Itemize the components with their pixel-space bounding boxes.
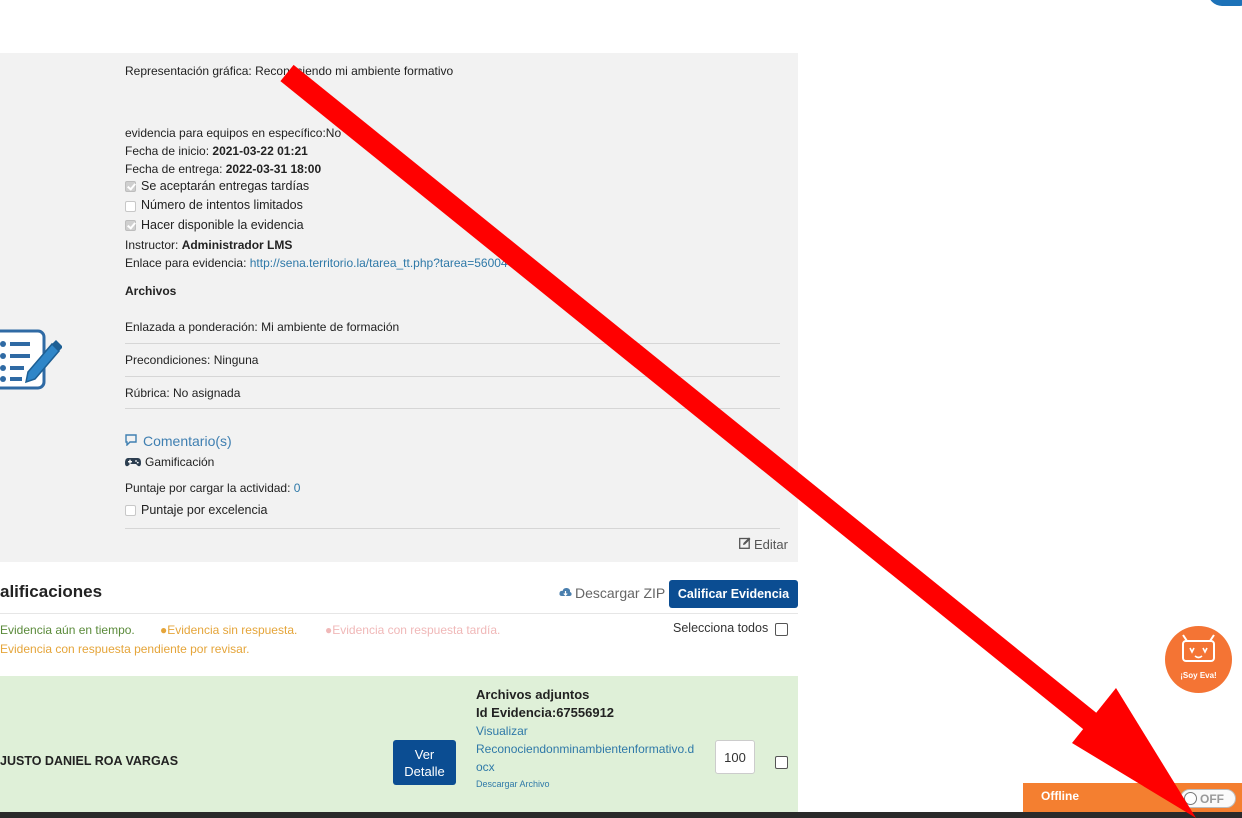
- representation-text: Representación gráfica: Reconociendo mi …: [125, 64, 454, 78]
- comments-label: Comentario(s): [143, 433, 232, 449]
- weighting-text: Enlazada a ponderación: Mi ambiente de f…: [125, 320, 400, 334]
- eva-assistant-button[interactable]: ¡Soy Eva!: [1165, 626, 1232, 693]
- instructor-label: Instructor:: [125, 238, 182, 252]
- upload-points-label: Puntaje por cargar la actividad:: [125, 481, 294, 495]
- view-detail-label: Ver Detalle: [404, 746, 445, 779]
- start-date-value: 2021-03-22 01:21: [212, 144, 308, 158]
- comment-icon: [125, 434, 137, 447]
- start-date-label: Fecha de inicio:: [125, 144, 213, 158]
- rubric-text: Rúbrica: No asignada: [125, 386, 241, 400]
- divider: [0, 613, 798, 614]
- preconditions-text: Precondiciones: Ninguna: [125, 353, 259, 367]
- offline-bar: Offline OFF: [1023, 783, 1242, 812]
- taskbar: [0, 812, 1242, 818]
- gamification-label: Gamificación: [145, 455, 215, 469]
- evidence-available-label: Hacer disponible la evidencia: [141, 218, 304, 232]
- eva-robot-icon: [1182, 634, 1215, 662]
- evidence-link-url[interactable]: http://sena.territorio.la/tarea_tt.php?t…: [250, 256, 508, 270]
- instructor-value: Administrador LMS: [181, 238, 293, 252]
- edit-link[interactable]: Editar: [739, 537, 788, 552]
- legend-late-response: ●Evidencia con respuesta tardía.: [325, 623, 501, 637]
- file-name-link-continued[interactable]: ocx: [476, 760, 495, 774]
- start-date: Fecha de inicio: 2021-03-22 01:21: [125, 144, 308, 158]
- eva-label: ¡Soy Eva!: [1180, 671, 1217, 680]
- grade-evidence-button[interactable]: Calificar Evidencia: [669, 580, 798, 608]
- score-input[interactable]: 100: [715, 740, 755, 774]
- attachments-title: Archivos adjuntos: [476, 687, 590, 702]
- row-select-checkbox[interactable]: [775, 756, 788, 769]
- toggle-state-label: OFF: [1200, 792, 1224, 806]
- late-submissions-checkbox[interactable]: [125, 181, 136, 192]
- comments-link[interactable]: Comentario(s): [125, 433, 232, 449]
- edit-icon: [739, 537, 751, 549]
- legend-pending-review: Evidencia con respuesta pendiente por re…: [0, 642, 250, 656]
- legend-on-time: Evidencia aún en tiempo.: [0, 623, 135, 637]
- upload-points: Puntaje por cargar la actividad: 0: [125, 481, 300, 495]
- legend-no-response: ●Evidencia sin respuesta.: [160, 623, 298, 637]
- evidence-available-checkbox[interactable]: [125, 220, 136, 231]
- edit-label: Editar: [754, 537, 788, 552]
- header-corner-button[interactable]: [1208, 0, 1242, 6]
- evidence-link: Enlace para evidencia: http://sena.terri…: [125, 256, 508, 270]
- evidence-link-label: Enlace para evidencia:: [125, 256, 250, 270]
- divider: [125, 376, 780, 377]
- gamepad-icon: [125, 458, 141, 467]
- team-evidence-text: evidencia para equipos en específico:No: [125, 126, 342, 140]
- evidence-id: Id Evidencia:67556912: [476, 705, 615, 720]
- select-all-checkbox[interactable]: [775, 623, 788, 636]
- toggle-knob: [1184, 792, 1197, 805]
- divider: [125, 343, 780, 344]
- due-date-label: Fecha de entrega:: [125, 162, 226, 176]
- select-all-label: Selecciona todos: [673, 621, 769, 635]
- due-date: Fecha de entrega: 2022-03-31 18:00: [125, 162, 321, 176]
- divider: [125, 528, 780, 529]
- offline-label: Offline: [1041, 789, 1079, 803]
- excellence-points-label: Puntaje por excelencia: [141, 503, 268, 517]
- file-name-link[interactable]: Reconociendonminambientenformativo.d: [476, 742, 694, 756]
- grades-title: alificaciones: [0, 582, 103, 601]
- excellence-points-checkbox[interactable]: [125, 505, 136, 516]
- instructor: Instructor: Administrador LMS: [125, 238, 292, 252]
- upload-points-value[interactable]: 0: [294, 481, 301, 495]
- view-file-link[interactable]: Visualizar: [476, 724, 528, 738]
- assignment-icon: [0, 329, 62, 390]
- limited-attempts-label: Número de intentos limitados: [141, 198, 303, 212]
- late-submissions-label: Se aceptarán entregas tardías: [141, 179, 310, 193]
- divider: [125, 408, 780, 409]
- files-heading: Archivos: [125, 284, 177, 298]
- download-file-link[interactable]: Descargar Archivo: [476, 779, 550, 789]
- due-date-value: 2022-03-31 18:00: [225, 162, 322, 176]
- download-zip-label: Descargar ZIP: [575, 585, 666, 601]
- cloud-download-icon: [559, 587, 572, 597]
- download-zip-link[interactable]: Descargar ZIP: [559, 585, 665, 601]
- gamification-item: Gamificación: [125, 455, 214, 469]
- offline-toggle[interactable]: OFF: [1180, 789, 1236, 808]
- view-detail-button[interactable]: Ver Detalle: [393, 740, 456, 785]
- student-name: JUSTO DANIEL ROA VARGAS: [0, 754, 179, 768]
- evidence-details-panel: [0, 53, 798, 562]
- limited-attempts-checkbox[interactable]: [125, 201, 136, 212]
